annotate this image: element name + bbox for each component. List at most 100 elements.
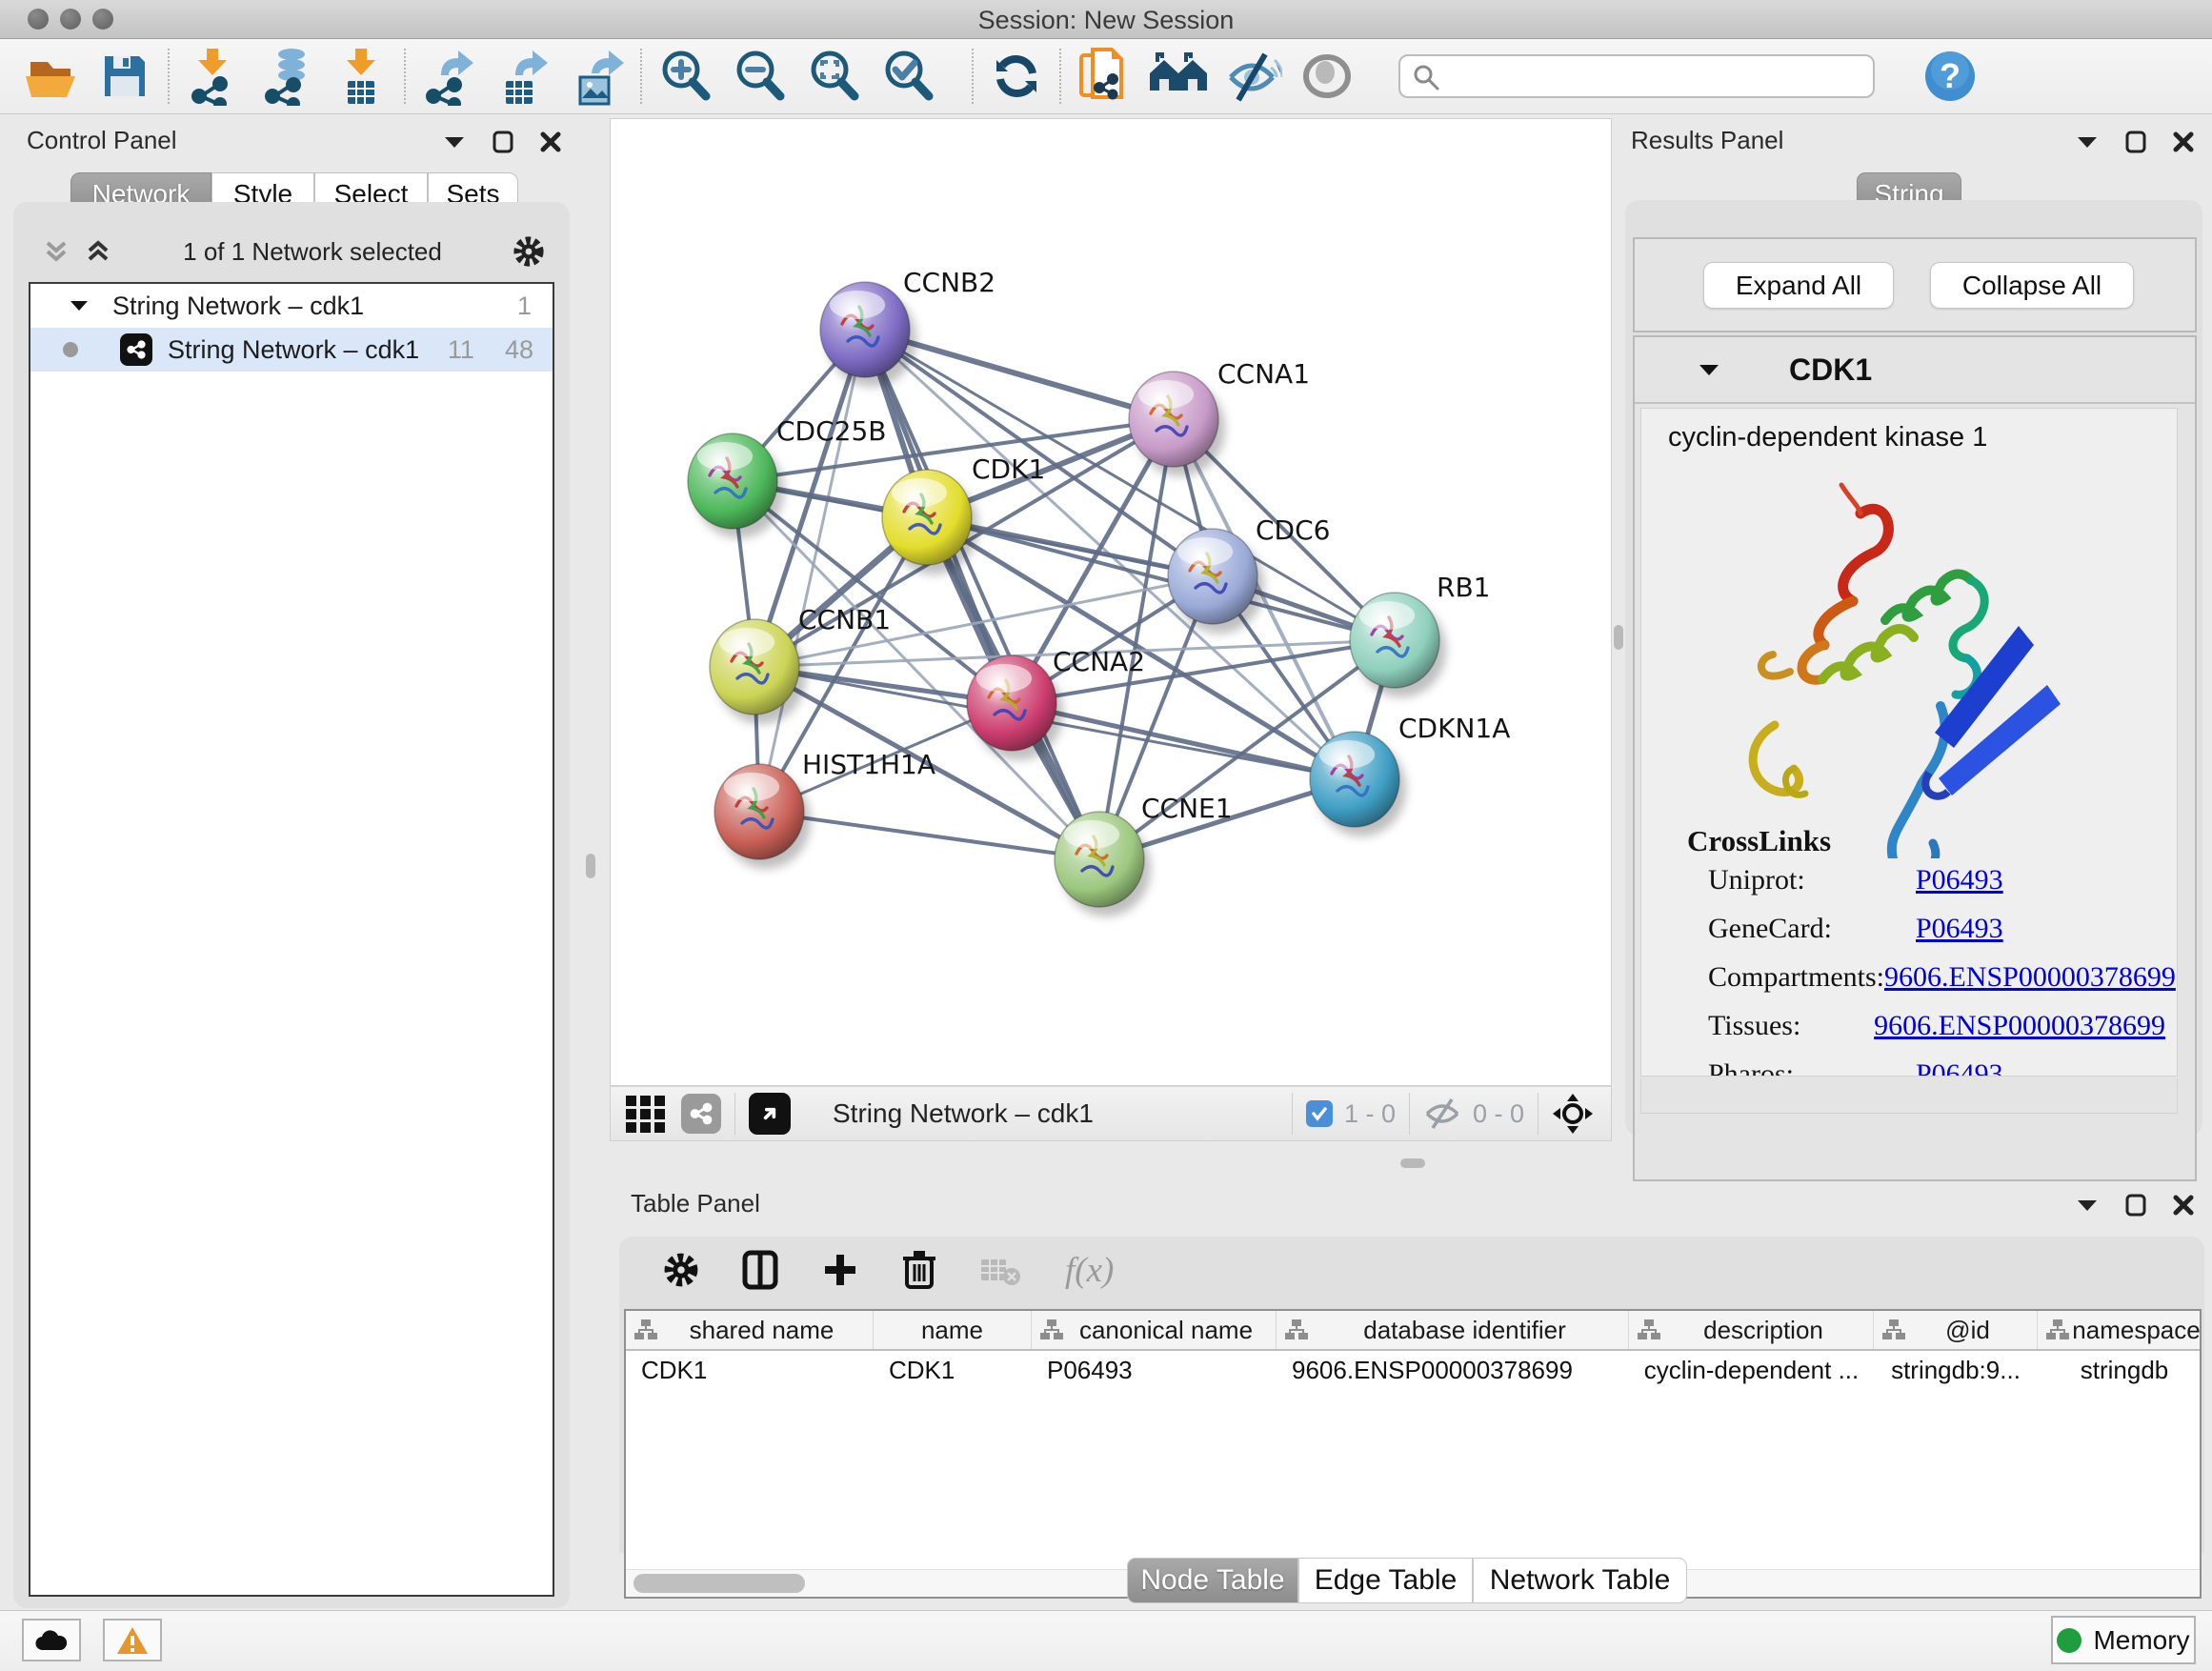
toolbar-separator: [1059, 49, 1061, 104]
open-session-button[interactable]: [13, 43, 88, 110]
crosslink-label: Tissues:: [1708, 1010, 1874, 1042]
svg-text:?: ?: [1940, 56, 1961, 95]
column-header-shared-name[interactable]: shared name: [626, 1311, 874, 1349]
delete-table-icon[interactable]: [979, 1252, 1023, 1288]
export-table-button[interactable]: [486, 43, 560, 110]
export-network-button[interactable]: [412, 43, 486, 110]
column-header-namespace[interactable]: namespace: [2038, 1311, 2202, 1349]
section-collapse-icon[interactable]: [1698, 362, 1720, 378]
column-header-description[interactable]: description: [1629, 1311, 1874, 1349]
table-hscrollbar-thumb[interactable]: [633, 1574, 805, 1593]
tab-network-table[interactable]: Network Table: [1473, 1558, 1687, 1603]
export-image-button[interactable]: [560, 43, 634, 110]
crosslink-value-link[interactable]: P06493: [1916, 913, 2003, 945]
zoom-selected-button[interactable]: [871, 43, 945, 110]
import-network-file-button[interactable]: [175, 43, 250, 110]
warning-status-button[interactable]: [103, 1619, 162, 1661]
selected-nodes-checkbox[interactable]: [1306, 1100, 1333, 1127]
apply-preferred-layout-button[interactable]: [979, 43, 1054, 110]
panel-close-icon[interactable]: [539, 131, 562, 153]
import-network-database-button[interactable]: [250, 43, 324, 110]
left-splitter-handle[interactable]: [586, 854, 595, 878]
netbar-separator: [734, 1093, 735, 1135]
crosslink-value-link[interactable]: 9606.ENSP00000378699: [1874, 1010, 2165, 1042]
network-collection-count: 1: [517, 292, 532, 321]
panel-maximize-icon[interactable]: [2124, 1193, 2147, 1218]
network-collection-row[interactable]: String Network – cdk1 1: [30, 284, 553, 328]
help-button[interactable]: ?: [1913, 43, 1987, 110]
hidden-items-eye-slash-icon[interactable]: [1423, 1097, 1461, 1130]
table-panel: Table Panel: [610, 1181, 2212, 1610]
panel-close-icon[interactable]: [2172, 131, 2195, 153]
network-options-gear-icon[interactable]: [513, 235, 545, 268]
fit-crosshair-icon[interactable]: [1552, 1093, 1594, 1135]
tab-node-table[interactable]: Node Table: [1127, 1558, 1298, 1603]
string-import-button[interactable]: [1067, 43, 1141, 110]
expand-collapse-box: Expand All Collapse All: [1633, 237, 2197, 332]
column-type-icon: [1637, 1318, 1661, 1342]
zoom-in-button[interactable]: [648, 43, 722, 110]
tree-expander-icon[interactable]: [69, 298, 90, 313]
search-input[interactable]: [1398, 54, 1875, 98]
column-header--id[interactable]: @id: [1874, 1311, 2038, 1349]
column-header-database-identifier[interactable]: database identifier: [1277, 1311, 1629, 1349]
column-header-name[interactable]: name: [874, 1311, 1032, 1349]
cloud-status-button[interactable]: [22, 1619, 81, 1661]
search-icon: [1412, 63, 1440, 91]
toolbar-separator: [972, 49, 974, 104]
birds-eye-view-icon[interactable]: [749, 1093, 791, 1135]
panel-maximize-icon[interactable]: [2124, 130, 2147, 154]
crosslink-label: Compartments:: [1708, 961, 1884, 994]
gene-section: CDK1 cyclin-dependent kinase 1: [1633, 335, 2197, 1181]
column-header-canonical-name[interactable]: canonical name: [1032, 1311, 1277, 1349]
panel-close-icon[interactable]: [2172, 1194, 2195, 1217]
network-node-label: CCNB1: [798, 604, 891, 635]
function-builder-icon[interactable]: f(x): [1065, 1250, 1114, 1291]
crosslink-value-link[interactable]: 9606.ENSP00000378699: [1884, 961, 2176, 994]
import-table-file-button[interactable]: [324, 43, 398, 110]
gene-details-scroll-strip[interactable]: [1640, 1078, 2178, 1114]
horizontal-splitter-handle[interactable]: [1400, 1158, 1425, 1168]
panel-float-icon[interactable]: [2075, 133, 2100, 151]
show-graphics-details-button[interactable]: [1290, 43, 1364, 110]
export-table-icon: [494, 47, 552, 106]
delete-column-icon[interactable]: [901, 1249, 937, 1291]
network-tree: String Network – cdk1 1 String Network –…: [29, 282, 554, 1597]
table-options-gear-icon[interactable]: [663, 1252, 699, 1288]
network-edge[interactable]: [759, 330, 865, 812]
panel-float-icon[interactable]: [2075, 1197, 2100, 1214]
show-columns-icon[interactable]: [741, 1249, 779, 1291]
panel-maximize-icon[interactable]: [492, 130, 514, 154]
string-results-container: Expand All Collapse All CDK1 cyclin-depe…: [1625, 200, 2202, 1136]
collapse-all-button[interactable]: Collapse All: [1930, 262, 2134, 309]
tab-edge-table[interactable]: Edge Table: [1298, 1558, 1473, 1603]
network-row-selected[interactable]: String Network – cdk1 11 48: [30, 328, 553, 372]
zoom-out-button[interactable]: [722, 43, 796, 110]
crosslink-value-link[interactable]: P06493: [1916, 864, 2003, 896]
network-edge[interactable]: [1012, 703, 1355, 779]
crosslink-row: GeneCard:P06493: [1708, 913, 2165, 945]
window-title: Session: New Session: [0, 6, 2212, 35]
network-graph: CCNB2CCNA1CDC25BCDK1CDC6RB1CCNB1CCNA2CDK…: [611, 119, 1611, 1085]
table-row[interactable]: CDK1CDK1P064939606.ENSP00000378699cyclin…: [626, 1351, 2200, 1389]
string-home-button[interactable]: [1141, 43, 1216, 110]
network-selection-bar: 1 of 1 Network selected: [13, 229, 570, 274]
zoom-fit-button[interactable]: [796, 43, 871, 110]
share-view-icon[interactable]: [681, 1094, 721, 1134]
create-column-icon[interactable]: [821, 1251, 859, 1289]
panel-float-icon[interactable]: [442, 133, 467, 151]
expand-all-icon[interactable]: [84, 237, 112, 266]
memory-status-button[interactable]: Memory: [2051, 1616, 2196, 1664]
network-view-toolbar: String Network – cdk1 1 - 0 0 - 0: [610, 1086, 1612, 1141]
import-network-icon: [184, 47, 241, 106]
expand-all-button[interactable]: Expand All: [1703, 262, 1894, 309]
crosslink-row: Uniprot:P06493: [1708, 864, 2165, 896]
network-canvas[interactable]: CCNB2CCNA1CDC25BCDK1CDC6RB1CCNB1CCNA2CDK…: [610, 118, 1612, 1086]
gene-section-header[interactable]: CDK1: [1635, 337, 2195, 404]
crosslink-value-link[interactable]: P06493: [1916, 1058, 2003, 1077]
grid-view-icon[interactable]: [624, 1092, 668, 1136]
save-session-button[interactable]: [88, 43, 162, 110]
memory-label: Memory: [2093, 1625, 2189, 1656]
collapse-all-icon[interactable]: [42, 237, 70, 266]
hide-graphics-details-button[interactable]: [1216, 43, 1290, 110]
